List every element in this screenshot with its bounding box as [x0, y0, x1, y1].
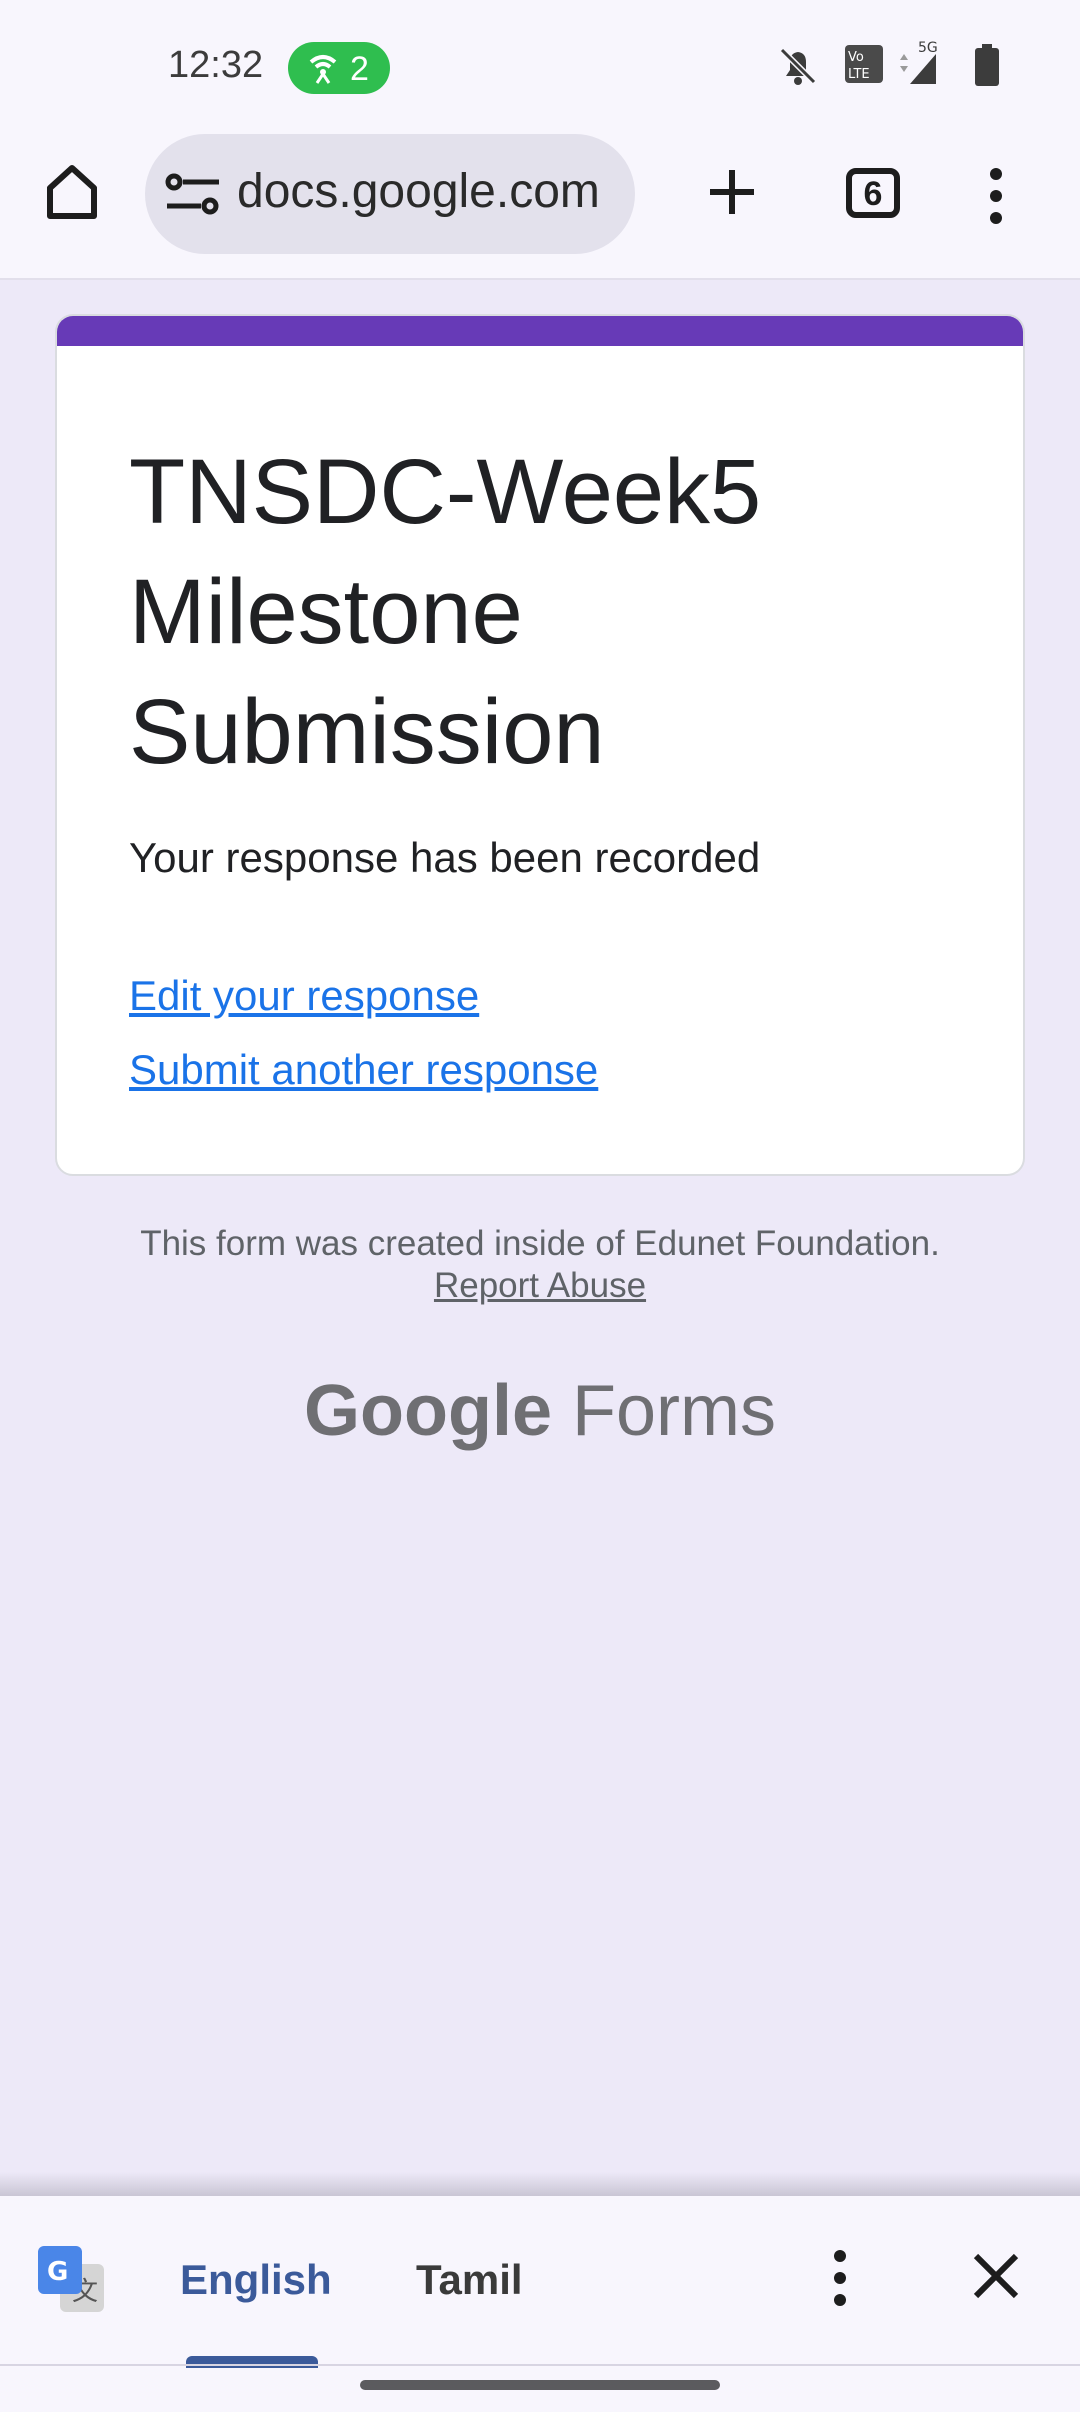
svg-text:Vo: Vo	[848, 50, 864, 65]
home-button[interactable]	[36, 156, 108, 228]
url-text[interactable]: docs.google.com	[237, 164, 600, 219]
signal-5g-icon: 5G	[900, 40, 938, 84]
translate-close-button[interactable]	[970, 2250, 1022, 2302]
form-card: TNSDC-Week5 Milestone Submission Your re…	[55, 314, 1025, 1176]
more-vert-icon	[834, 2250, 846, 2306]
address-bar[interactable]: docs.google.com	[145, 134, 635, 254]
edit-response-link[interactable]: Edit your response	[129, 972, 479, 1020]
svg-text:5G: 5G	[918, 40, 938, 56]
brand-google: Google	[304, 1371, 552, 1451]
translate-bar-shadow	[0, 2172, 1080, 2196]
submit-another-response-link[interactable]: Submit another response	[129, 1046, 598, 1094]
browser-menu-button[interactable]	[982, 164, 1010, 228]
close-icon	[973, 2253, 1019, 2299]
more-vert-icon	[990, 168, 1002, 224]
volte-icon: Vo LTE	[845, 45, 883, 83]
gesture-navigation-bar[interactable]	[360, 2380, 720, 2390]
google-translate-icon[interactable]: 文 G	[38, 2246, 106, 2314]
home-icon	[47, 165, 97, 219]
svg-text:G: G	[47, 2257, 68, 2287]
selected-language-indicator	[186, 2356, 318, 2368]
tune-icon[interactable]	[165, 170, 221, 218]
report-abuse-link[interactable]: Report Abuse	[434, 1266, 646, 1305]
form-footer-note: This form was created inside of Edunet F…	[140, 1224, 940, 1263]
hotspot-indicator: 2	[288, 42, 390, 94]
brand-forms: Forms	[572, 1371, 776, 1451]
form-accent-bar	[57, 316, 1023, 346]
battery-icon	[975, 44, 999, 86]
confirmation-message: Your response has been recorded	[129, 834, 761, 881]
plus-icon	[710, 170, 754, 214]
status-time: 12:32	[168, 44, 264, 86]
report-abuse-container: Report Abuse	[0, 1266, 1080, 1306]
status-bar: 12:32 2 Vo LTE 5G	[0, 0, 1080, 132]
translate-menu-button[interactable]	[826, 2246, 854, 2310]
google-forms-logo: Google Forms	[0, 1370, 1080, 1452]
svg-text:LTE: LTE	[848, 67, 870, 82]
translate-divider	[0, 2364, 1080, 2366]
new-tab-button[interactable]	[700, 152, 764, 232]
browser-toolbar: docs.google.com 6	[0, 132, 1080, 280]
bell-off-icon	[779, 47, 817, 85]
form-title: TNSDC-Week5 Milestone Submission	[129, 441, 762, 783]
language-tab-tamil[interactable]: Tamil	[416, 2256, 523, 2304]
tab-switcher-button[interactable]: 6	[846, 168, 900, 218]
tab-count: 6	[863, 175, 883, 213]
hotspot-count: 2	[350, 50, 369, 88]
hotspot-icon	[309, 55, 337, 84]
language-tab-english[interactable]: English	[180, 2256, 332, 2304]
